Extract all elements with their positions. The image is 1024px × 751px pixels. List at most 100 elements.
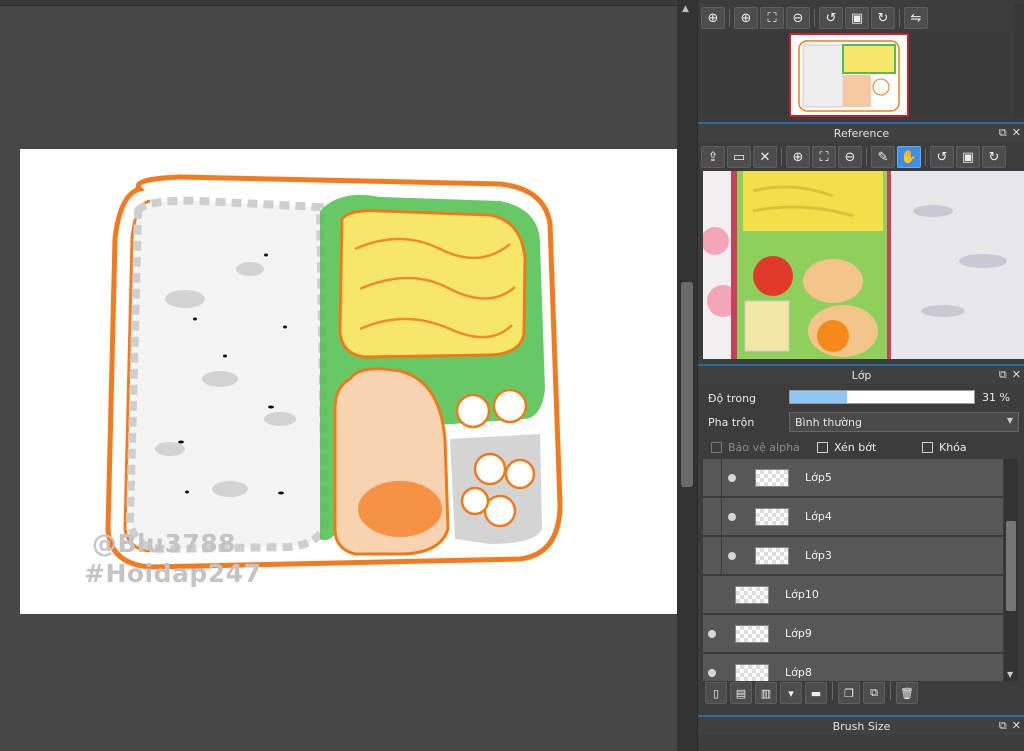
reference-image[interactable] <box>703 171 1024 359</box>
layer-scroll-thumb[interactable] <box>1006 521 1016 611</box>
opacity-label: Độ trong <box>708 392 757 405</box>
folder-indent-line <box>721 459 722 497</box>
layer-list: Lớp5 Lớp4 Lớp3 Lớp10 Lớp9 Lớp8 <box>703 459 1003 681</box>
watermark-line-2: #Hoidap247 <box>84 559 262 588</box>
rotate-left-icon[interactable]: ↺ <box>930 146 954 168</box>
layer-row[interactable]: Lớp4 <box>703 498 1003 536</box>
navigator-thumbnail <box>798 40 900 112</box>
layer-list-scrollbar[interactable]: ▼ <box>1004 459 1018 681</box>
navigator-scrollbar[interactable] <box>1014 4 1024 119</box>
layer-name: Lớp5 <box>805 471 832 484</box>
navigator-preview[interactable] <box>703 32 1011 118</box>
canvas-vertical-scrollbar[interactable]: ▲ <box>677 0 697 751</box>
layer-thumbnail <box>735 625 769 643</box>
blend-mode-label: Pha trộn <box>708 416 755 429</box>
canvas-paper[interactable]: @Blu3788 #Hoidap247 <box>20 149 678 614</box>
fit-screen-icon[interactable]: ⛶ <box>760 7 784 29</box>
rotate-right-icon[interactable]: ↻ <box>982 146 1006 168</box>
canvas-area[interactable]: @Blu3788 #Hoidap247 ▲ <box>0 0 697 751</box>
reference-photo <box>703 171 1024 359</box>
side-panels: ⊕ ⊕ ⛶ ⊖ ↺ ▣ ↻ ⇋ Reference ⧉ ✕ ⇪ ▭ ✕ ⊕ ⛶ … <box>697 0 1024 751</box>
brush-size-panel-header: Brush Size ⧉ ✕ <box>698 715 1024 735</box>
toolbar-separator <box>832 682 833 700</box>
layer-thumbnail <box>755 508 789 526</box>
toolbar-separator <box>729 9 730 27</box>
flip-horizontal-icon[interactable]: ⇋ <box>904 7 928 29</box>
blend-mode-select[interactable]: Bình thường ▼ <box>789 412 1019 432</box>
clipping-checkbox[interactable]: Xén bớt <box>817 441 876 454</box>
top-strip <box>0 0 697 6</box>
folder-indent-line <box>721 498 722 536</box>
rotate-right-icon[interactable]: ↻ <box>871 7 895 29</box>
zoom-out-icon[interactable]: ⊖ <box>786 7 810 29</box>
canvas-scroll-thumb[interactable] <box>681 282 693 487</box>
layer-name: Lớp9 <box>785 627 812 640</box>
hand-icon[interactable]: ✋ <box>897 146 921 168</box>
scroll-down-icon[interactable]: ▼ <box>1007 670 1013 679</box>
layers-panel-header: Lớp ⧉ ✕ <box>698 364 1024 384</box>
layers-panel-title: Lớp <box>851 368 872 382</box>
watermark-line-1: @Blu3788 <box>92 529 237 558</box>
visibility-icon[interactable] <box>728 474 736 482</box>
new-layer-from-clipboard-icon[interactable]: ▤ <box>730 682 752 704</box>
layer-toolbar: ▯ ▤ ▥ ▾ ▬ ❐ ⧉ 🗑 <box>705 682 918 706</box>
layer-thumbnail <box>755 469 789 487</box>
brush-size-panel-title: Brush Size <box>832 719 891 733</box>
new-layer-menu-icon[interactable]: ▾ <box>780 682 802 704</box>
undock-icon[interactable]: ⧉ <box>999 368 1007 382</box>
eyedropper-icon[interactable]: ✎ <box>871 146 895 168</box>
layer-row[interactable]: Lớp3 <box>703 537 1003 575</box>
fit-screen-icon[interactable]: ⛶ <box>812 146 836 168</box>
layer-name: Lớp3 <box>805 549 832 562</box>
lock-label: Khóa <box>939 441 967 454</box>
new-layer-icon[interactable]: ▯ <box>705 682 727 704</box>
opacity-slider-fill <box>790 391 848 403</box>
close-icon[interactable]: ✕ <box>753 146 777 168</box>
layer-row[interactable]: Lớp5 <box>703 459 1003 497</box>
zoom-search-icon[interactable]: ⊕ <box>701 7 725 29</box>
close-panel-icon[interactable]: ✕ <box>1012 368 1021 382</box>
reset-view-icon[interactable]: ▣ <box>956 146 980 168</box>
zoom-in-icon[interactable]: ⊕ <box>734 7 758 29</box>
new-folder-icon[interactable]: ▬ <box>805 682 827 704</box>
blend-mode-value: Bình thường <box>795 416 862 429</box>
rotate-left-icon[interactable]: ↺ <box>819 7 843 29</box>
clipping-label: Xén bớt <box>834 441 877 454</box>
undock-icon[interactable]: ⧉ <box>999 126 1007 140</box>
visibility-icon[interactable] <box>728 513 736 521</box>
layer-name: Lớp4 <box>805 510 832 523</box>
toolbar-separator <box>890 682 891 700</box>
chevron-down-icon: ▼ <box>1006 416 1013 425</box>
undock-icon[interactable]: ⧉ <box>999 719 1007 733</box>
new-text-layer-icon[interactable]: ▥ <box>755 682 777 704</box>
checkbox-box <box>817 442 828 453</box>
layer-name: Lớp8 <box>785 666 812 679</box>
zoom-in-icon[interactable]: ⊕ <box>786 146 810 168</box>
close-panel-icon[interactable]: ✕ <box>1012 719 1021 733</box>
visibility-icon[interactable] <box>708 630 716 638</box>
app-window: @Blu3788 #Hoidap247 ▲ ⊕ ⊕ ⛶ ⊖ ↺ ▣ ↻ ⇋ Re… <box>0 0 1024 751</box>
visibility-icon[interactable] <box>728 552 736 560</box>
reference-panel-title: Reference <box>833 126 890 140</box>
opacity-slider[interactable] <box>789 390 975 404</box>
visibility-icon[interactable] <box>708 669 716 677</box>
merge-layer-icon[interactable]: ⧉ <box>863 682 885 704</box>
close-panel-icon[interactable]: ✕ <box>1012 126 1021 140</box>
layer-row[interactable]: Lớp8 <box>703 654 1003 681</box>
layer-row[interactable]: Lớp9 <box>703 615 1003 653</box>
layer-name: Lớp10 <box>785 588 819 601</box>
protect-alpha-checkbox[interactable]: Bảo vệ alpha <box>711 441 800 454</box>
lock-checkbox[interactable]: Khóa <box>922 441 967 454</box>
duplicate-layer-icon[interactable]: ❐ <box>838 682 860 704</box>
upload-icon[interactable]: ⇪ <box>701 146 725 168</box>
open-folder-icon[interactable]: ▭ <box>727 146 751 168</box>
delete-layer-icon[interactable]: 🗑 <box>896 682 918 704</box>
toolbar-separator <box>899 9 900 27</box>
navigator-view-frame[interactable] <box>789 33 909 117</box>
checkbox-box <box>711 442 722 453</box>
zoom-out-icon[interactable]: ⊖ <box>838 146 862 168</box>
layer-row[interactable]: Lớp10 <box>703 576 1003 614</box>
scroll-up-icon[interactable]: ▲ <box>682 4 689 14</box>
reset-view-icon[interactable]: ▣ <box>845 7 869 29</box>
toolbar-separator <box>814 9 815 27</box>
